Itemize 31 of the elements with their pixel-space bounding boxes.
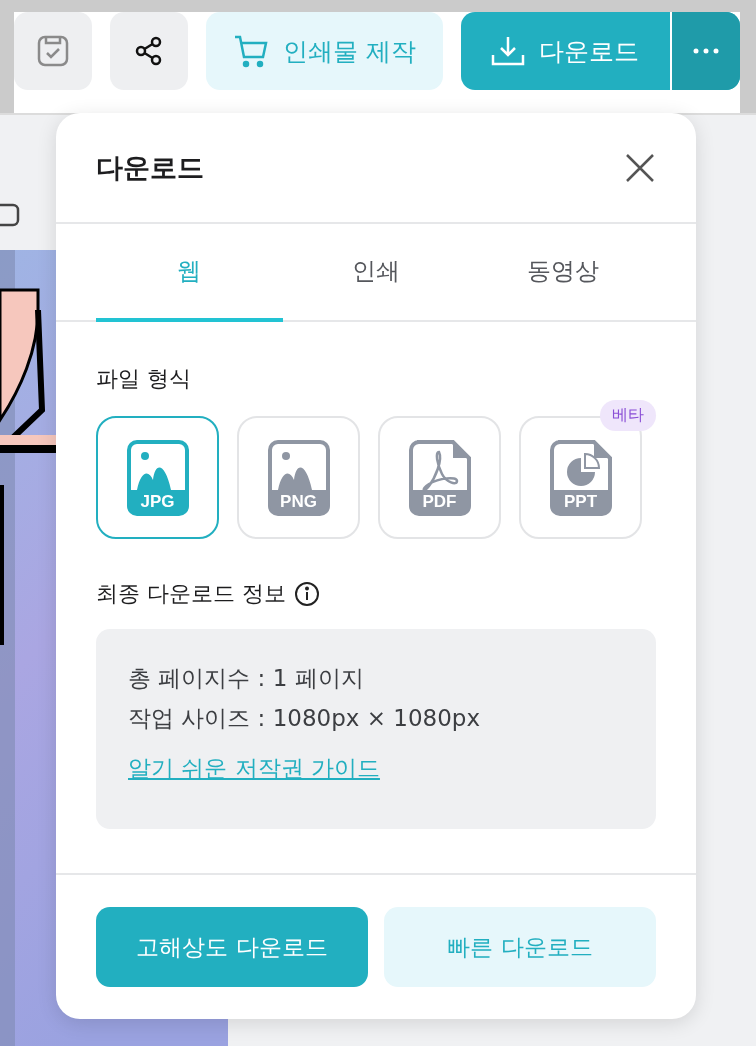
tab[interactable]: 웹	[96, 224, 283, 322]
file-icon: PNG	[267, 439, 330, 516]
share-button[interactable]	[109, 12, 188, 90]
tab[interactable]: 동영상	[469, 224, 656, 322]
format-option[interactable]: JPG	[96, 416, 219, 539]
section-title: 최종 다운로드 정보	[96, 580, 286, 608]
info-text: 작업 사이즈 : 1080px × 1080px	[128, 704, 482, 733]
download-icon	[491, 35, 526, 67]
file-icon: JPG	[126, 439, 189, 516]
format-option[interactable]: PDF	[378, 416, 501, 539]
download-button[interactable]: 빠른 다운로드	[384, 907, 656, 987]
saved-icon	[35, 34, 70, 68]
tab[interactable]: 인쇄	[282, 224, 470, 322]
info-text: 총 페이지수 : 1 페이지	[128, 664, 365, 693]
format-option[interactable]: PNG	[237, 416, 360, 539]
close-icon	[624, 151, 656, 184]
more-button[interactable]	[672, 12, 740, 90]
copyright-guide-link[interactable]: 알기 쉬운 저작권 가이드	[128, 753, 380, 784]
info-icon[interactable]	[294, 581, 320, 607]
beta-badge: 베타	[600, 400, 656, 431]
file-icon: PPT	[549, 439, 612, 516]
download-button[interactable]: 고해상도 다운로드	[96, 907, 368, 987]
file-icon: PDF	[408, 439, 471, 516]
cart-icon	[232, 34, 269, 68]
more-icon	[693, 48, 719, 54]
section-title: 파일 형식	[96, 365, 192, 393]
save-status-button[interactable]	[14, 12, 92, 90]
print-order-button[interactable]: 인쇄물 제작	[205, 12, 443, 90]
share-icon	[133, 36, 164, 66]
close-button[interactable]	[624, 151, 656, 184]
panel-title: 다운로드	[96, 150, 204, 185]
